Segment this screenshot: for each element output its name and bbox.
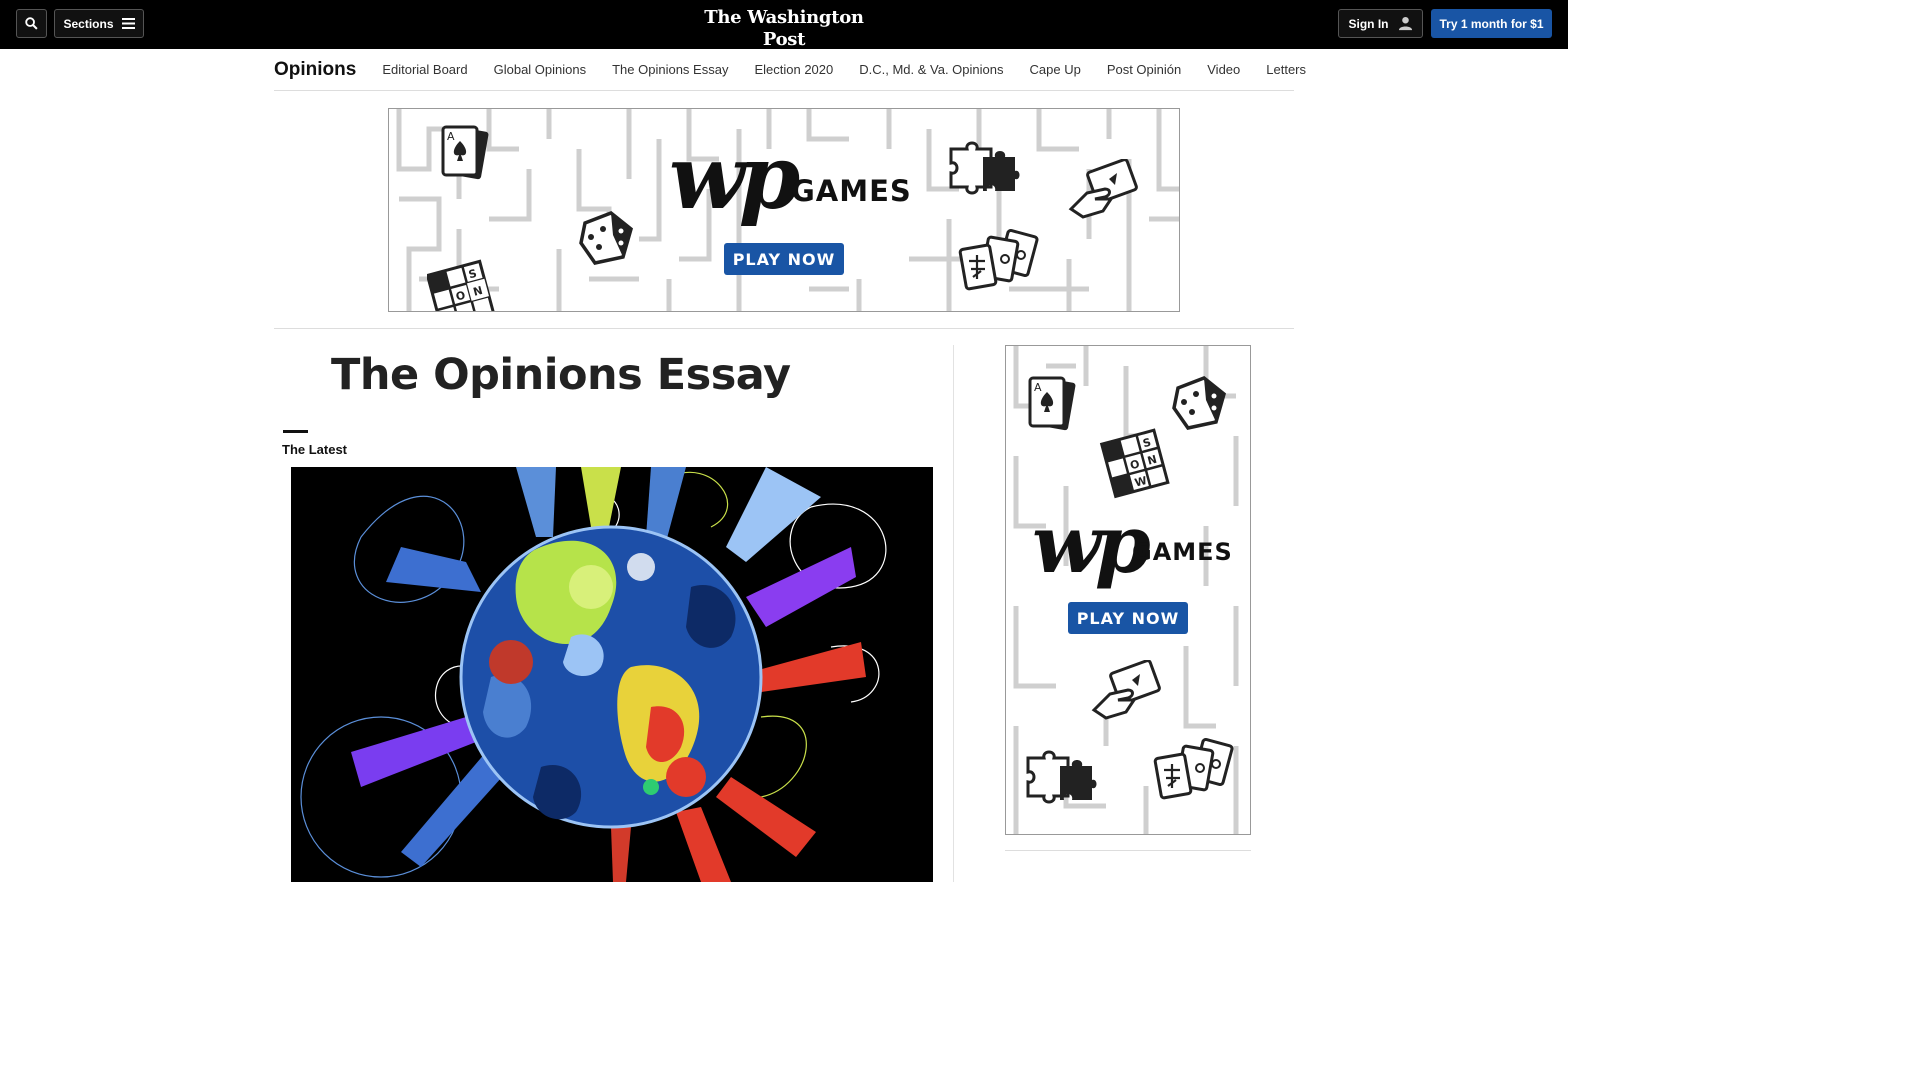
wp-logo: wp: [669, 125, 800, 229]
hero-image-globe[interactable]: [291, 467, 933, 882]
crossword-icon: S O N: [427, 259, 496, 311]
mahjong-tiles-icon: [958, 228, 1039, 291]
section-divider: [274, 328, 1294, 329]
playing-card-icon: A: [441, 125, 489, 180]
sign-in-button[interactable]: Sign In: [1338, 9, 1423, 38]
nav-link-letters[interactable]: Letters: [1266, 62, 1306, 77]
globe-virus-illustration: [300, 467, 887, 882]
side-wp-logo: wp: [1032, 497, 1151, 591]
side-play-now-button[interactable]: PLAY NOW: [1068, 602, 1188, 634]
side-puzzle-piece-icon: [1026, 750, 1097, 804]
latest-accent-bar: [283, 430, 308, 433]
latest-section-label: The Latest: [282, 442, 348, 457]
top-bar: Sections The Washington Post Democracy D…: [0, 0, 1568, 63]
side-hand-card-icon: [1091, 660, 1161, 720]
search-button[interactable]: [16, 9, 47, 38]
nav-link-video[interactable]: Video: [1207, 62, 1240, 77]
masthead-title: The Washington Post: [704, 7, 864, 50]
nav-link-global-opinions[interactable]: Global Opinions: [494, 62, 587, 77]
games-label: GAMES: [791, 174, 912, 208]
nav-link-election-2020[interactable]: Election 2020: [754, 62, 833, 77]
games-side-ad[interactable]: A S O N W wp GAMES PLAY NOW: [1005, 345, 1251, 835]
nav-link-editorial-board[interactable]: Editorial Board: [382, 62, 467, 77]
play-now-button[interactable]: PLAY NOW: [724, 243, 844, 275]
dice-icon: [579, 211, 634, 265]
sign-in-label: Sign In: [1348, 16, 1389, 31]
svg-text:A: A: [447, 130, 455, 143]
search-icon: [25, 17, 38, 30]
side-mahjong-tiles-icon: [1153, 737, 1234, 800]
nav-link-post-opinion[interactable]: Post Opinión: [1107, 62, 1181, 77]
sections-label: Sections: [63, 16, 114, 31]
hamburger-menu-icon: [121, 18, 135, 29]
hand-card-icon: [1068, 159, 1138, 219]
side-games-label: GAMES: [1132, 538, 1233, 566]
nav-link-dc-md-va[interactable]: D.C., Md. & Va. Opinions: [859, 62, 1003, 77]
side-playing-card-icon: A: [1028, 376, 1076, 431]
puzzle-piece-icon: [949, 141, 1020, 195]
sidebar-divider: [1005, 850, 1251, 851]
user-icon: [1398, 16, 1412, 31]
column-divider: [953, 345, 954, 882]
nav-link-cape-up[interactable]: Cape Up: [1030, 62, 1081, 77]
opinions-subnav: Opinions Editorial Board Global Opinions…: [274, 49, 1306, 91]
nav-link-opinions-essay[interactable]: The Opinions Essay: [612, 62, 728, 77]
subscribe-button[interactable]: Try 1 month for $1: [1431, 9, 1552, 38]
games-banner-ad[interactable]: A S O N wp GAMES PLAY NOW: [388, 108, 1180, 312]
page-title: The Opinions Essay: [331, 350, 791, 400]
side-dice-icon: [1172, 376, 1227, 430]
side-crossword-icon: S O N W: [1099, 428, 1170, 499]
section-brand[interactable]: Opinions: [274, 59, 356, 81]
sections-button[interactable]: Sections: [54, 9, 144, 38]
svg-text:A: A: [1034, 381, 1042, 394]
